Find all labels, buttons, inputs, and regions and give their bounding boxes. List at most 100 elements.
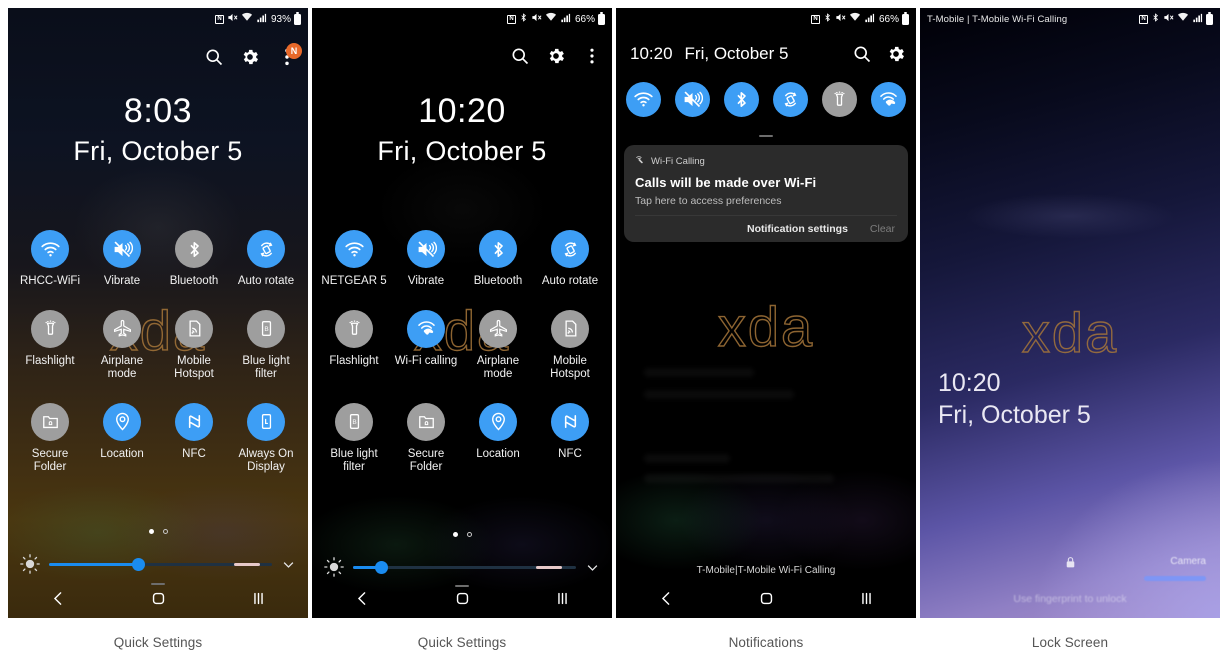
notification-settings-button[interactable]: Notification settings — [747, 223, 848, 235]
clear-button[interactable]: Clear — [870, 223, 895, 235]
battery-icon — [294, 11, 301, 25]
brightness-slider-knob[interactable] — [375, 560, 389, 574]
wifi-icon[interactable] — [31, 230, 69, 268]
home-icon[interactable] — [141, 590, 175, 607]
quick-settings-tile-bluetooth[interactable]: Bluetooth — [462, 230, 534, 289]
quick-settings-tile-blue-light-filter[interactable]: B Blue light filter — [318, 402, 390, 475]
bluetooth-icon[interactable] — [724, 82, 759, 117]
quick-settings-tile-vibrate[interactable]: Vibrate — [86, 230, 158, 289]
wifi-icon[interactable] — [626, 82, 661, 117]
quick-settings-tile-flashlight[interactable]: Flashlight — [318, 309, 390, 382]
wifi-icon[interactable] — [335, 230, 373, 268]
camera-shortcut-label[interactable]: Camera — [1170, 556, 1206, 567]
search-icon[interactable] — [510, 46, 530, 66]
brightness-row — [312, 557, 612, 577]
secure-folder-icon[interactable] — [31, 402, 69, 441]
recents-icon[interactable] — [849, 590, 883, 607]
quick-settings-tile-always-on-display[interactable]: Always On Display — [230, 402, 302, 475]
quick-settings-tile-blue-light-filter[interactable]: B Blue light filter — [230, 309, 302, 382]
page-dot-active[interactable] — [452, 532, 458, 537]
airplane-icon[interactable] — [103, 309, 141, 348]
lock-clock-date: Fri, October 5 — [938, 401, 1091, 429]
location-icon[interactable] — [479, 402, 517, 441]
tile-label: Wi-Fi calling — [394, 354, 458, 367]
quick-settings-tile-bluetooth[interactable]: Bluetooth — [158, 230, 230, 289]
auto-rotate-icon[interactable] — [551, 230, 589, 268]
auto-rotate-icon[interactable] — [247, 230, 285, 268]
page-dot[interactable] — [162, 529, 168, 534]
quick-settings-tile-airplane-mode[interactable]: Airplane mode — [462, 309, 534, 382]
hotspot-icon[interactable] — [175, 309, 213, 348]
page-indicator[interactable] — [8, 529, 308, 534]
hotspot-icon[interactable] — [551, 309, 589, 348]
wifi-calling-icon[interactable] — [871, 82, 906, 117]
home-icon[interactable] — [445, 590, 479, 607]
quick-settings-tile-secure-folder[interactable]: Secure Folder — [390, 402, 462, 475]
vibrate-icon[interactable] — [407, 230, 445, 268]
brightness-slider-knob[interactable] — [131, 557, 145, 571]
recents-icon[interactable] — [241, 590, 275, 607]
notification-card[interactable]: Wi-Fi Calling Calls will be made over Wi… — [624, 145, 908, 242]
quick-settings-tile-location[interactable]: Location — [86, 402, 158, 475]
quick-settings-tile-rhcc-wifi[interactable]: RHCC-WiFi — [14, 230, 86, 289]
vibrate-icon[interactable] — [103, 230, 141, 268]
brightness-slider[interactable] — [49, 557, 272, 571]
camera-shortcut-bar[interactable] — [1144, 576, 1206, 581]
quick-settings-tile-vibrate[interactable]: Vibrate — [390, 230, 462, 289]
wifi-calling-icon[interactable] — [407, 309, 445, 348]
gear-icon[interactable] — [886, 44, 906, 64]
page-indicator[interactable] — [312, 532, 612, 537]
blue-light-icon[interactable]: B — [247, 309, 285, 348]
flashlight-icon[interactable] — [31, 309, 69, 348]
overflow-menu-icon[interactable]: N — [276, 43, 302, 68]
quick-settings-tile-mobile-hotspot[interactable]: Mobile Hotspot — [534, 309, 606, 382]
blue-light-icon[interactable]: B — [335, 402, 373, 441]
quick-settings-tile-mobile-hotspot[interactable]: Mobile Hotspot — [158, 309, 230, 382]
panel-drag-handle[interactable] — [616, 135, 916, 137]
gear-icon[interactable] — [240, 47, 260, 67]
location-icon[interactable] — [103, 402, 141, 441]
nfc-icon[interactable] — [551, 402, 589, 441]
gear-icon[interactable] — [546, 46, 566, 66]
quick-settings-tile-auto-rotate[interactable]: Auto rotate — [534, 230, 606, 289]
search-icon[interactable] — [852, 44, 872, 64]
bluetooth-icon — [519, 12, 528, 26]
tile-label: Airplane mode — [100, 354, 144, 381]
wifi-icon — [849, 12, 861, 26]
quick-settings-tile-wi-fi-calling[interactable]: Wi-Fi calling — [390, 309, 462, 382]
secure-folder-icon[interactable] — [407, 402, 445, 441]
quick-settings-tile-flashlight[interactable]: Flashlight — [14, 309, 86, 382]
quick-settings-tile-netgear-5[interactable]: NETGEAR 5 — [318, 230, 390, 289]
page-dot-active[interactable] — [148, 529, 154, 534]
quick-settings-tile-auto-rotate[interactable]: Auto rotate — [230, 230, 302, 289]
bluetooth-icon[interactable] — [479, 230, 517, 268]
nfc-icon[interactable] — [175, 402, 213, 441]
brightness-slider[interactable] — [353, 560, 576, 574]
back-icon[interactable] — [649, 590, 683, 607]
back-icon[interactable] — [345, 590, 379, 607]
airplane-icon[interactable] — [479, 309, 517, 348]
figure-lock-screen: T-Mobile | T-Mobile Wi-Fi Calling N xda … — [920, 8, 1220, 650]
flashlight-icon[interactable] — [822, 82, 857, 117]
flashlight-icon[interactable] — [335, 309, 373, 348]
vibrate-icon[interactable] — [675, 82, 710, 117]
quick-settings-tile-airplane-mode[interactable]: Airplane mode — [86, 309, 158, 382]
quick-settings-tile-location[interactable]: Location — [462, 402, 534, 475]
status-bar-icons: N 66% — [506, 11, 605, 26]
back-icon[interactable] — [41, 590, 75, 607]
quick-settings-tile-secure-folder[interactable]: Secure Folder — [14, 402, 86, 475]
chevron-down-icon[interactable] — [281, 557, 296, 572]
overflow-menu-icon[interactable] — [582, 46, 602, 66]
nfc-icon: N — [214, 14, 224, 24]
quick-settings-tile-nfc[interactable]: NFC — [534, 402, 606, 475]
bluetooth-icon[interactable] — [175, 230, 213, 268]
auto-rotate-icon[interactable] — [773, 82, 808, 117]
search-icon[interactable] — [204, 47, 224, 67]
home-icon[interactable] — [749, 590, 783, 607]
page-dot[interactable] — [466, 532, 472, 537]
always-on-icon[interactable] — [247, 402, 285, 441]
chevron-down-icon[interactable] — [585, 560, 600, 575]
recents-icon[interactable] — [545, 590, 579, 607]
lock-clock-time: 10:20 — [938, 369, 1001, 397]
quick-settings-tile-nfc[interactable]: NFC — [158, 402, 230, 475]
